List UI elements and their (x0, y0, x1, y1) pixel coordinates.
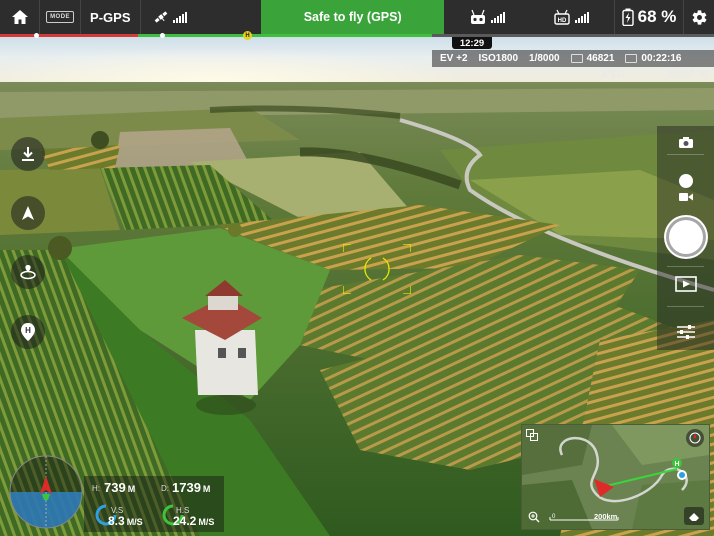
home-button[interactable] (0, 0, 39, 34)
gps-mode-label: P-GPS (90, 9, 131, 25)
gps-signal-bars-icon (172, 11, 187, 23)
return-to-home-icon (20, 265, 36, 280)
compass-icon (689, 432, 701, 444)
satellite-icon (154, 11, 168, 23)
focus-reticle-icon (342, 243, 412, 295)
mode-icon: MODE (46, 11, 75, 23)
svg-text:H: H (25, 326, 31, 335)
gear-icon (692, 9, 707, 25)
camera-switch-icon (678, 136, 693, 148)
ev-value: EV +2 (440, 53, 468, 64)
playback-icon (674, 276, 697, 292)
distance-value-group: 1739 M (172, 480, 210, 495)
camera-control-panel (657, 126, 714, 350)
divider (667, 306, 704, 307)
video-icon (625, 54, 638, 63)
divider (667, 154, 704, 155)
zoom-in-icon (528, 511, 540, 523)
camera-parameters-bar[interactable]: EV +2 ISO1800 1/8000 46821 00:22:16 (432, 50, 714, 67)
vs-value: 8.3 (108, 514, 125, 528)
height-value-group: 739 M (104, 480, 135, 495)
map-zoom-button[interactable] (526, 509, 542, 525)
hs-value: 24.2 (173, 514, 197, 528)
flight-mode-button[interactable]: MODE (40, 0, 79, 34)
expand-icon (526, 429, 538, 441)
return-home-button[interactable]: H (11, 315, 45, 349)
vs-unit: M/S (126, 517, 143, 527)
eraser-icon (689, 513, 699, 521)
distance-unit: M (202, 484, 211, 494)
battery-icon (621, 8, 634, 26)
svg-text:HD: HD (558, 18, 567, 24)
battery-marker (160, 33, 165, 38)
shutter-icon (668, 220, 703, 254)
video-link-signal[interactable]: HD (529, 0, 614, 34)
photo-format: JPEG (600, 69, 625, 80)
hs-unit: M/S (198, 517, 215, 527)
intelligent-flight-button[interactable] (11, 255, 45, 289)
distance-value: 1739 (172, 480, 201, 495)
hs-value-group: 24.2 M/S (173, 514, 214, 528)
map-expand-button[interactable] (524, 427, 540, 443)
map-compass-button[interactable] (686, 429, 704, 447)
battery-percent: 68 % (637, 7, 677, 26)
video-capacity: 00:22:16 (625, 53, 681, 64)
shutter-button[interactable] (657, 216, 714, 258)
settings-button[interactable] (684, 0, 714, 34)
auto-land-button[interactable] (11, 137, 45, 171)
remaining-battery-zone (138, 34, 432, 37)
auto-takeoff-button[interactable] (11, 196, 45, 230)
photos-remaining: 46821 (586, 53, 615, 64)
remote-controller-signal[interactable] (444, 0, 529, 34)
video-signal-bars-icon (575, 11, 590, 23)
home-return-marker: H (243, 31, 252, 40)
camera-settings-button[interactable] (657, 322, 714, 342)
photo-capacity: 46821 (570, 53, 615, 64)
camera-switch-button[interactable] (657, 134, 714, 150)
critical-battery-zone (0, 34, 138, 37)
hd-video-link-icon: HD (554, 9, 570, 25)
iso-value: ISO1800 (478, 53, 519, 64)
photo-mode-icon (678, 174, 693, 188)
video-format: 1080P 30 (667, 69, 708, 80)
divider (667, 266, 704, 267)
video-time-remaining: 00:22:16 (641, 53, 682, 64)
attitude-indicator-icon (9, 455, 83, 529)
distance-label: D: (161, 484, 169, 493)
vs-value-group: 8.3 M/S (108, 514, 143, 528)
telemetry-panel: H: 739 M D: 1739 M V.S 8.3 M/S H.S 24.2 M/S (0, 452, 230, 536)
takeoff-icon (22, 206, 34, 220)
land-icon (22, 147, 34, 161)
video-mode-icon (678, 193, 693, 201)
flight-time: 12:29 (452, 37, 492, 49)
top-status-bar: MODE P-GPS Safe to fly (GPS) HD 68 % (0, 0, 714, 34)
home-point-icon: H (21, 323, 35, 341)
photo-video-toggle[interactable] (657, 168, 714, 208)
map-scale-label: 200km (594, 512, 618, 521)
shutter-speed-value: 1/8000 (529, 53, 560, 64)
photo-icon (570, 54, 583, 63)
remote-controller-icon (470, 9, 485, 24)
home-icon (11, 10, 28, 24)
battery-indicator[interactable]: 68 % (615, 0, 684, 34)
height-label: H: (92, 484, 100, 493)
flight-status-banner[interactable]: Safe to fly (GPS) (261, 0, 445, 34)
playback-button[interactable] (657, 274, 714, 294)
rc-signal-bars-icon (490, 11, 505, 23)
battery-level-bar: H (0, 31, 714, 40)
gps-signal-indicator[interactable] (141, 0, 261, 34)
map-home-marker: H (674, 461, 679, 468)
camera-format-row: JPEG 1080P 30 (600, 69, 708, 80)
height-value: 739 (104, 480, 126, 495)
height-unit: M (127, 484, 136, 494)
focus-target[interactable] (342, 243, 412, 295)
camera-settings-icon (676, 325, 695, 339)
map-clear-path-button[interactable] (684, 507, 704, 525)
battery-marker (34, 33, 39, 38)
